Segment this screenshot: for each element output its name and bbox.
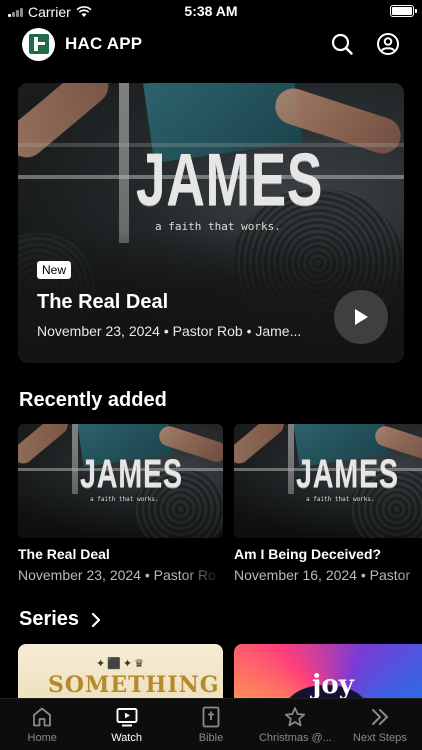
bible-icon	[202, 706, 220, 728]
play-button[interactable]	[334, 290, 388, 344]
tab-bar: Home Watch Bible Christmas @... Next Ste…	[0, 698, 422, 750]
star-icon	[285, 707, 306, 727]
status-bar: Carrier 5:38 AM	[0, 0, 422, 22]
chevrons-right-icon	[371, 709, 388, 725]
thumbnail-title: JAMES	[296, 452, 399, 496]
featured-sermon-card[interactable]: JAMES a faith that works. New The Real D…	[18, 83, 404, 363]
artwork-tagline: a faith that works.	[155, 220, 281, 233]
thumbnail-title: JAMES	[80, 452, 183, 496]
chevron-right-icon	[91, 612, 101, 627]
artwork-title: JAMES	[136, 138, 324, 221]
recent-card-thumbnail: JAMES a faith that works.	[234, 424, 422, 538]
tab-home[interactable]: Home	[0, 699, 84, 750]
tab-label: Watch	[111, 732, 142, 744]
tab-label: Bible	[198, 732, 224, 744]
featured-title: The Real Deal	[37, 291, 169, 313]
tab-label: Christmas @...	[258, 732, 332, 744]
tab-bible[interactable]: Bible	[169, 699, 253, 750]
recently-added-list: JAMES a faith that works. The Real Deal …	[18, 424, 422, 589]
series-list: ✦⬛✦♛ SOMETHING joy	[18, 644, 422, 700]
tab-next-steps[interactable]: Next Steps	[338, 699, 422, 750]
thumbnail-tagline: a faith that works.	[90, 496, 159, 503]
series-card-title: SOMETHING	[48, 672, 220, 698]
tab-label: Next Steps	[352, 732, 407, 744]
series-card-title: joy	[312, 670, 354, 700]
battery-icon	[390, 5, 417, 17]
tab-christmas[interactable]: Christmas @...	[253, 699, 337, 750]
app-logo	[22, 27, 55, 61]
recent-card-meta: November 16, 2024 • Pastor	[234, 567, 411, 583]
series-card[interactable]: joy	[234, 644, 422, 700]
app-header: HAC APP	[22, 27, 400, 61]
recently-added-heading: Recently added	[19, 389, 167, 411]
recent-card-title: The Real Deal	[18, 546, 110, 562]
recent-card[interactable]: JAMES a faith that works. The Real Deal …	[18, 424, 223, 583]
home-icon	[33, 707, 52, 727]
recent-card-thumbnail: JAMES a faith that works.	[18, 424, 223, 538]
series-heading: Series	[19, 608, 80, 630]
series-header[interactable]: Series	[19, 608, 101, 631]
recent-card-title: Am I Being Deceived?	[234, 546, 382, 562]
recent-card-meta: November 23, 2024 • Pastor Ro	[18, 567, 216, 583]
new-badge: New	[37, 261, 72, 279]
featured-meta: November 23, 2024 • Pastor Rob • Jame...	[37, 323, 302, 339]
account-icon[interactable]	[376, 32, 400, 56]
recent-card[interactable]: JAMES a faith that works. Am I Being Dec…	[234, 424, 422, 583]
app-title: HAC APP	[65, 34, 143, 53]
play-icon	[355, 309, 368, 325]
series-card[interactable]: ✦⬛✦♛ SOMETHING	[18, 644, 223, 700]
tab-watch[interactable]: Watch	[84, 699, 168, 750]
tab-label: Home	[27, 732, 57, 744]
tv-play-icon	[116, 708, 138, 727]
thumbnail-tagline: a faith that works.	[306, 496, 375, 503]
series-ornament: ✦⬛✦♛	[96, 658, 146, 670]
search-icon[interactable]	[330, 32, 354, 56]
status-time: 5:38 AM	[184, 3, 238, 19]
